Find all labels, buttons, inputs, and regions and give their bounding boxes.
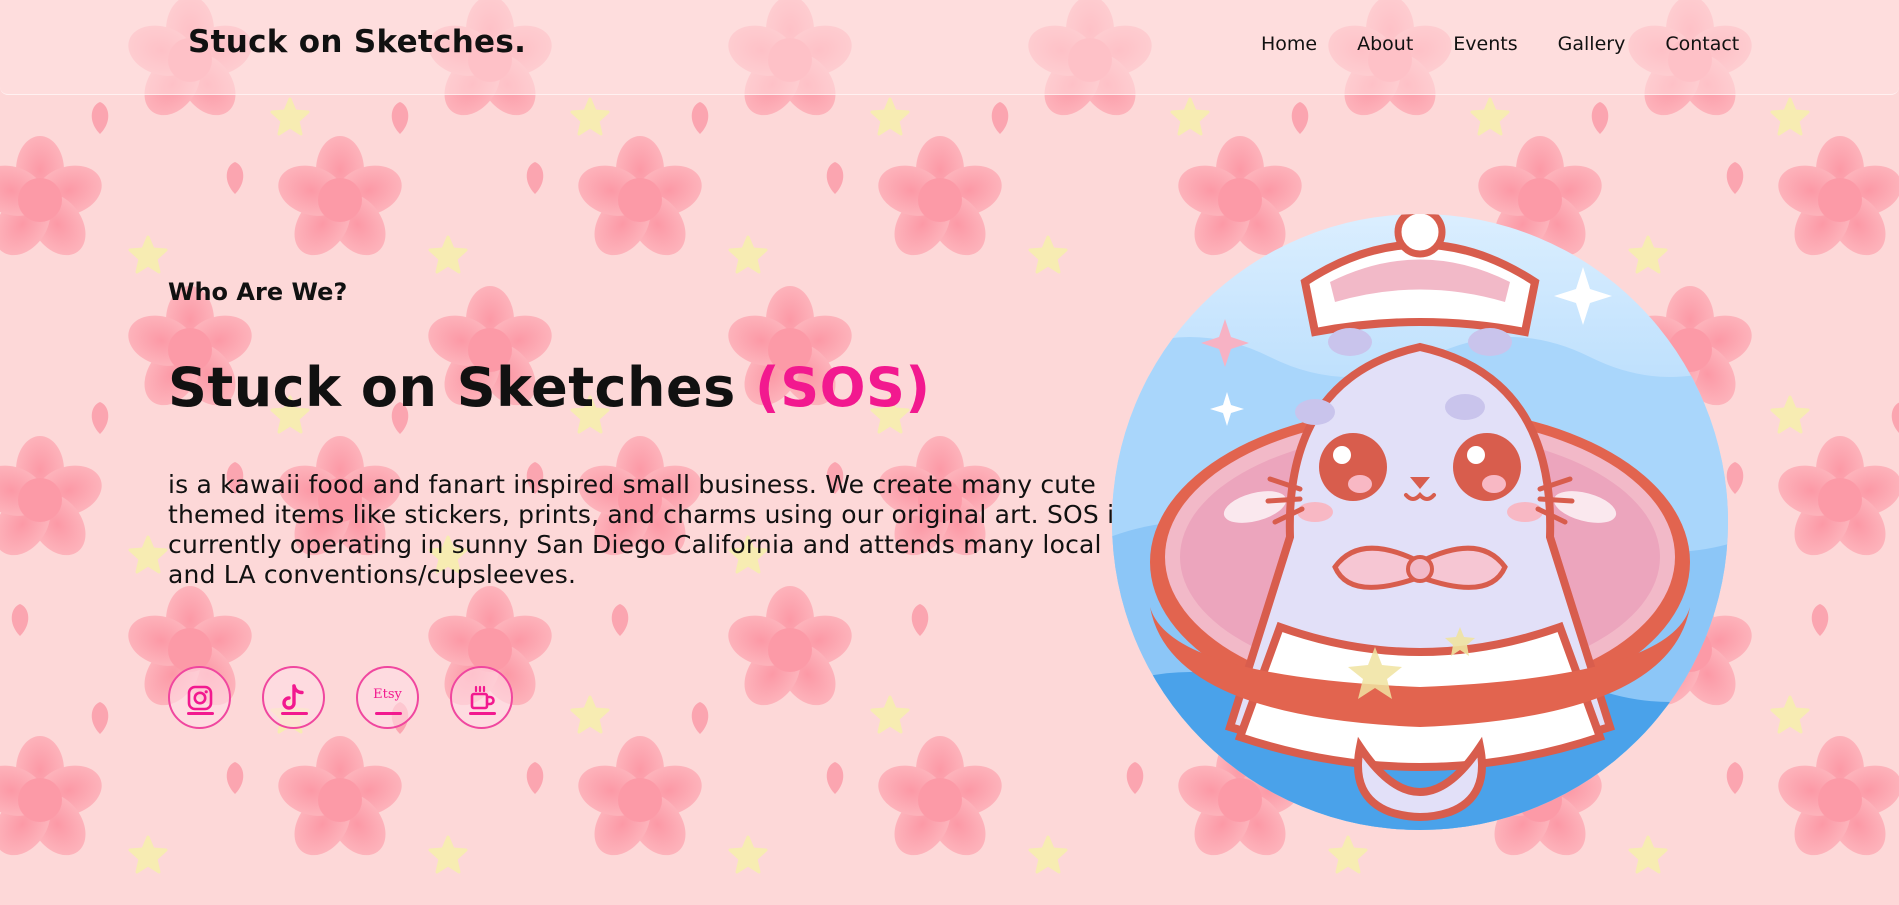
top-navbar: Stuck on Sketches. Home About Events Gal… <box>0 0 1899 95</box>
ko-fi-cup-icon <box>470 685 495 709</box>
tiktok-icon <box>281 683 304 710</box>
page-headline: Stuck on Sketches (SOS) <box>168 356 931 419</box>
seal-mascot-illustration <box>1112 214 1728 830</box>
nav-about-link[interactable]: About <box>1357 33 1413 55</box>
brand-logo-link[interactable]: Stuck on Sketches. <box>188 24 526 60</box>
ko-fi-link[interactable] <box>450 666 513 729</box>
nav-events-link[interactable]: Events <box>1453 33 1517 55</box>
etsy-link[interactable]: Etsy <box>356 666 419 729</box>
headline-text: Stuck on Sketches <box>168 356 756 419</box>
headline-accent: (SOS) <box>755 356 931 419</box>
instagram-link[interactable] <box>168 666 231 729</box>
social-links: Etsy <box>168 666 544 729</box>
tiktok-link[interactable] <box>262 666 325 729</box>
nav-gallery-link[interactable]: Gallery <box>1558 33 1626 55</box>
section-kicker: Who Are We? <box>168 278 348 306</box>
instagram-icon <box>187 685 212 710</box>
nav-home-link[interactable]: Home <box>1261 33 1317 55</box>
etsy-icon: Etsy <box>373 687 402 702</box>
main-nav: Home About Events Gallery Contact <box>1261 33 1779 55</box>
nav-contact-link[interactable]: Contact <box>1665 33 1739 55</box>
business-description: is a kawaii food and fanart inspired sma… <box>168 470 1128 589</box>
